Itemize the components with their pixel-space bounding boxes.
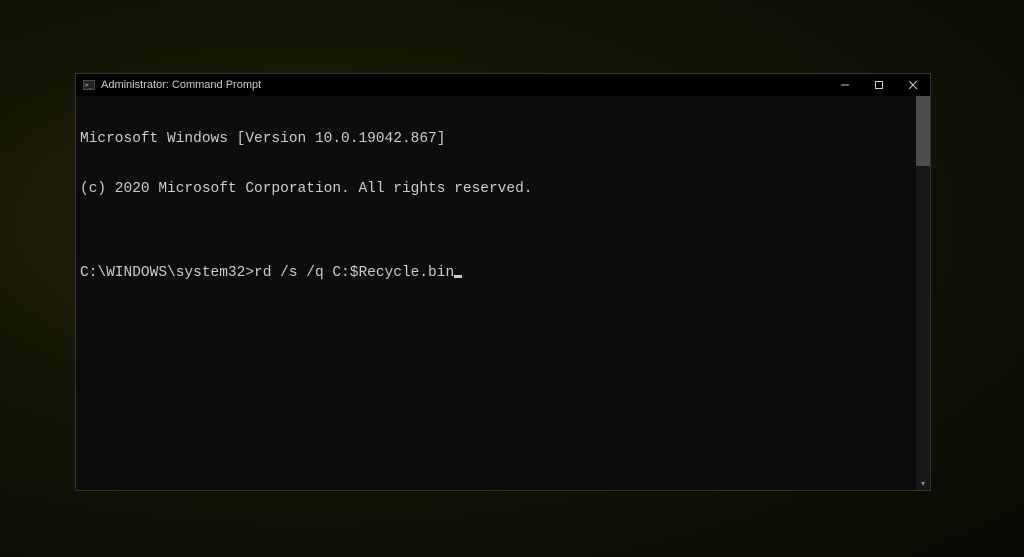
window-controls (828, 74, 930, 96)
command-prompt-window: >_ Administrator: Command Prompt Microso… (75, 73, 931, 491)
prompt-path: C:\WINDOWS\system32> (80, 265, 254, 282)
version-line: Microsoft Windows [Version 10.0.19042.86… (80, 131, 926, 148)
close-button[interactable] (896, 74, 930, 96)
typed-command: rd /s /q C:$Recycle.bin (254, 265, 454, 282)
cmd-icon: >_ (82, 78, 96, 92)
scroll-down-arrow-icon[interactable]: ▾ (916, 476, 930, 490)
svg-text:>_: >_ (85, 82, 93, 89)
scroll-thumb[interactable] (916, 96, 930, 166)
copyright-line: (c) 2020 Microsoft Corporation. All righ… (80, 181, 926, 198)
window-title: Administrator: Command Prompt (101, 79, 828, 91)
minimize-button[interactable] (828, 74, 862, 96)
text-cursor (454, 275, 462, 278)
terminal-output[interactable]: Microsoft Windows [Version 10.0.19042.86… (76, 96, 930, 490)
prompt-line: C:\WINDOWS\system32>rd /s /q C:$Recycle.… (80, 265, 926, 282)
titlebar[interactable]: >_ Administrator: Command Prompt (76, 74, 930, 96)
maximize-button[interactable] (862, 74, 896, 96)
vertical-scrollbar[interactable]: ▾ (916, 96, 930, 490)
